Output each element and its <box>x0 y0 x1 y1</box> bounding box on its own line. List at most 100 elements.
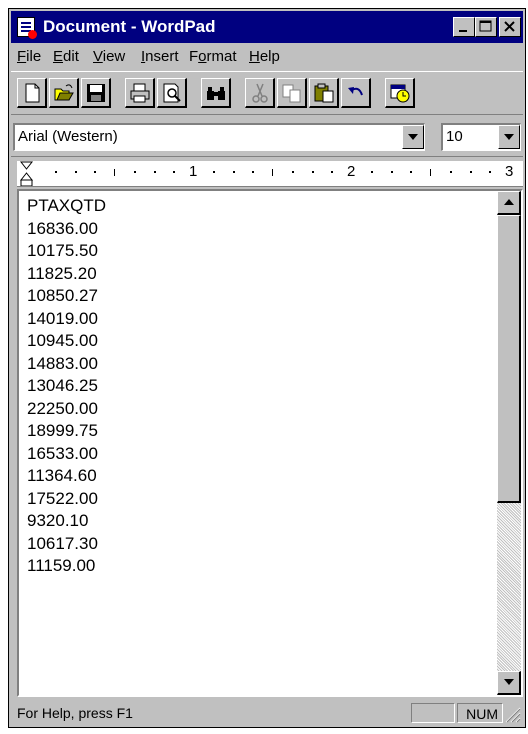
menu-bar: File Edit View Insert Format Help <box>11 45 523 69</box>
document-line[interactable]: 16836.00 <box>27 218 106 241</box>
document-line[interactable]: 11364.60 <box>27 465 106 488</box>
ruler-tick <box>252 171 255 173</box>
document-line[interactable]: 10850.27 <box>27 285 106 308</box>
document-line[interactable]: PTAXQTD <box>27 195 106 218</box>
ruler-tick <box>212 171 215 173</box>
find-button[interactable] <box>201 78 231 108</box>
new-button[interactable] <box>17 78 47 108</box>
ruler-number: 3 <box>505 163 514 180</box>
chevron-down-icon <box>504 134 514 140</box>
scroll-thumb[interactable] <box>497 215 521 503</box>
ruler-tick <box>54 171 57 173</box>
scroll-up-button[interactable] <box>497 191 521 215</box>
document-line[interactable]: 18999.75 <box>27 420 106 443</box>
document-line[interactable]: 13046.25 <box>27 375 106 398</box>
wordpad-icon[interactable] <box>17 17 37 39</box>
document-line[interactable]: 11159.00 <box>27 555 106 578</box>
maximize-button[interactable] <box>475 17 497 37</box>
indent-marker-icon[interactable] <box>20 161 34 187</box>
ruler-tick <box>469 171 472 173</box>
date-time-icon <box>390 84 410 103</box>
print-icon <box>130 83 150 103</box>
print-preview-icon <box>163 83 181 103</box>
ruler-tick <box>430 169 431 176</box>
undo-button[interactable] <box>341 78 371 108</box>
font-size-value: 10 <box>446 128 463 145</box>
document-line[interactable]: 14883.00 <box>27 353 106 376</box>
maximize-icon <box>479 20 492 32</box>
menu-edit[interactable]: Edit <box>53 48 79 65</box>
paste-icon <box>314 83 334 103</box>
open-icon <box>54 84 74 101</box>
ruler-tick <box>153 171 156 173</box>
minimize-button[interactable] <box>453 17 475 37</box>
menu-format[interactable]: Format <box>189 48 237 65</box>
menu-view[interactable]: View <box>93 48 125 65</box>
date-time-button[interactable] <box>385 78 415 108</box>
ruler[interactable]: 1 2 3 <box>17 161 523 187</box>
ruler-tick <box>133 171 136 173</box>
ruler-tick <box>74 171 77 173</box>
status-pane-num: NUM <box>457 703 503 723</box>
arrow-up-icon <box>504 199 514 205</box>
undo-icon <box>348 87 363 96</box>
minimize-icon <box>459 30 467 32</box>
document-line[interactable]: 17522.00 <box>27 488 106 511</box>
format-bar: Arial (Western) 10 <box>11 117 523 157</box>
save-button[interactable] <box>81 78 111 108</box>
ruler-tick <box>311 171 314 173</box>
window-title: Document - WordPad <box>43 17 216 36</box>
document-line[interactable]: 10175.50 <box>27 240 106 263</box>
document-line[interactable]: 11825.20 <box>27 263 106 286</box>
ruler-tick <box>272 169 273 176</box>
document-editor[interactable]: PTAXQTD 16836.00 10175.50 11825.20 10850.27 1… <box>17 189 523 697</box>
ruler-tick <box>232 171 235 173</box>
ruler-tick <box>173 171 176 173</box>
wordpad-window: Document - WordPad File Edit View Insert For… <box>8 8 526 728</box>
menu-insert[interactable]: Insert <box>141 48 179 65</box>
document-line[interactable]: 14019.00 <box>27 308 106 331</box>
close-button[interactable] <box>499 17 521 37</box>
vertical-scrollbar[interactable] <box>497 191 521 695</box>
status-pane-blank <box>411 703 455 723</box>
standard-toolbar <box>11 71 523 115</box>
scroll-down-button[interactable] <box>497 671 521 695</box>
document-line[interactable]: 10617.30 <box>27 533 106 556</box>
document-line[interactable]: 16533.00 <box>27 443 106 466</box>
ruler-tick <box>449 171 452 173</box>
find-icon <box>207 87 225 100</box>
cut-button[interactable] <box>245 78 275 108</box>
status-help-text: For Help, press F1 <box>17 705 133 721</box>
menu-help[interactable]: Help <box>249 48 280 65</box>
ruler-number: 1 <box>189 163 198 180</box>
arrow-down-icon <box>504 679 514 685</box>
font-combo[interactable]: Arial (Western) <box>13 123 425 151</box>
document-line[interactable]: 9320.10 <box>27 510 106 533</box>
font-value: Arial (Western) <box>18 128 118 145</box>
menu-file[interactable]: File <box>17 48 41 65</box>
paste-button[interactable] <box>309 78 339 108</box>
copy-icon <box>282 84 301 103</box>
open-button[interactable] <box>49 78 79 108</box>
save-icon <box>87 84 105 102</box>
font-dropdown-button[interactable] <box>402 125 424 149</box>
print-button[interactable] <box>125 78 155 108</box>
title-bar[interactable]: Document - WordPad <box>11 11 523 43</box>
document-line[interactable]: 22250.00 <box>27 398 106 421</box>
ruler-tick <box>489 171 492 173</box>
ruler-tick <box>94 171 97 173</box>
resize-grip-icon[interactable] <box>503 705 521 723</box>
new-icon <box>25 83 40 103</box>
font-size-combo[interactable]: 10 <box>441 123 521 151</box>
ruler-tick <box>370 171 373 173</box>
status-bar: For Help, press F1 NUM <box>11 701 523 725</box>
copy-button[interactable] <box>277 78 307 108</box>
cut-icon <box>252 83 268 103</box>
ruler-tick <box>291 171 294 173</box>
document-text[interactable]: PTAXQTD 16836.00 10175.50 11825.20 10850.27 1… <box>27 195 106 578</box>
print-preview-button[interactable] <box>157 78 187 108</box>
font-size-dropdown-button[interactable] <box>498 125 520 149</box>
ruler-tick <box>114 169 115 176</box>
chevron-down-icon <box>408 134 418 140</box>
document-line[interactable]: 10945.00 <box>27 330 106 353</box>
